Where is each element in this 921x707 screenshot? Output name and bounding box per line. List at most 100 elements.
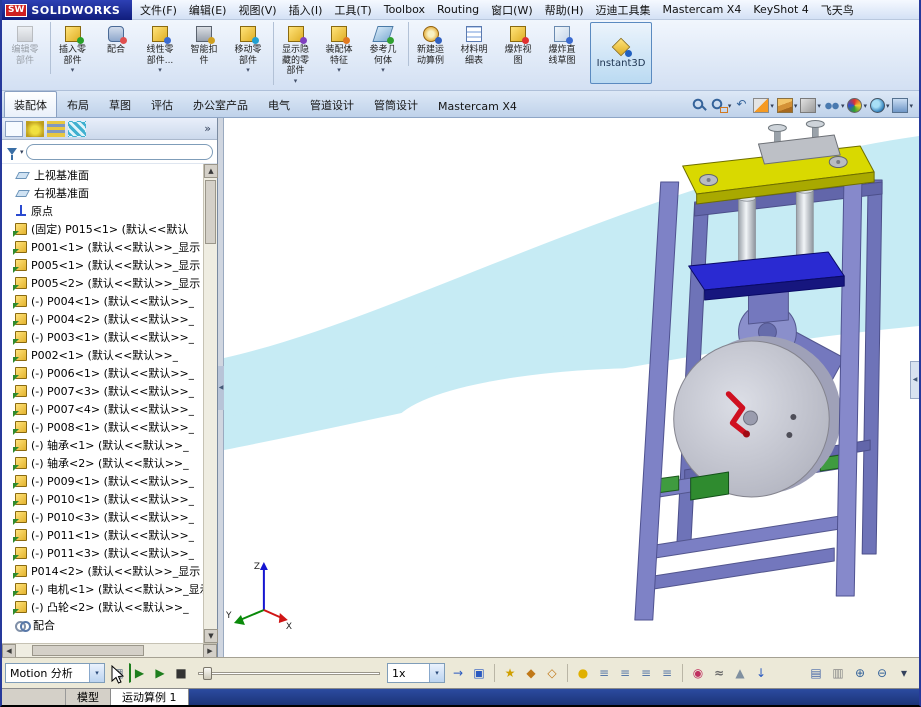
tree-item[interactable]: 上视基准面 [2,166,203,184]
filter-none-icon[interactable]: ● [573,663,593,683]
menu-item[interactable]: Routing [431,1,485,18]
calculate-icon[interactable]: ▦ [108,663,128,683]
command-tab[interactable]: 评估 [141,91,183,117]
tree-item[interactable]: (-) P011<1> (默认<<默认>>_ [2,526,203,544]
tree-item[interactable]: P005<1> (默认<<默认>>_显示 [2,256,203,274]
filter-driving-icon[interactable]: ≡ [615,663,635,683]
tree-item[interactable]: (-) P008<1> (默认<<默认>>_ [2,418,203,436]
animation-wizard-icon[interactable]: ★ [500,663,520,683]
command-tab[interactable]: 装配体 [4,91,57,117]
tree-scrollbar-horizontal[interactable]: ◀ ▶ [2,643,217,658]
zoom-out-timeline-icon[interactable]: ⊖ [872,663,892,683]
instant3d-button[interactable]: Instant3D [590,22,652,84]
gravity-icon[interactable]: ↓ [751,663,771,683]
dropdown-caret-icon[interactable]: ▾ [20,148,24,156]
tree-item[interactable]: (-) P010<1> (默认<<默认>>_ [2,490,203,508]
spring-icon[interactable]: ≈ [709,663,729,683]
motion-study-tab[interactable]: 运动算例 1 [111,689,189,705]
autokey-icon[interactable]: ◆ [521,663,541,683]
tree-item[interactable]: P002<1> (默认<<默认>>_ [2,346,203,364]
playback-mode-icon[interactable]: → [448,663,468,683]
collapse-manager-icon[interactable]: ▾ [894,663,914,683]
tree-item[interactable]: 配合 [2,616,203,634]
results-plots-icon[interactable]: ▤ [806,663,826,683]
tree-item[interactable]: (-) 轴承<2> (默认<<默认>>_ [2,454,203,472]
filter-selected-icon[interactable]: ≡ [636,663,656,683]
tree-item[interactable]: (-) P003<1> (默认<<默认>>_ [2,328,203,346]
menu-item[interactable]: KeyShot 4 [747,1,814,18]
bill-of-materials-button[interactable]: 材料明细表 [452,22,496,66]
menu-item[interactable]: 插入(I) [283,0,329,20]
model-tab[interactable]: 模型 [66,689,111,705]
scroll-down-button[interactable]: ▼ [204,629,218,643]
tree-item[interactable]: (-) P010<3> (默认<<默认>>_ [2,508,203,526]
zoom-fit-icon[interactable] [691,98,708,113]
motor-icon[interactable]: ◉ [688,663,708,683]
timeline-slider[interactable] [198,663,380,683]
tree-item[interactable]: (-) 电机<1> (默认<<默认>>_显示 [2,580,203,598]
tree-scrollbar-vertical[interactable]: ▲ ▼ [203,164,218,643]
apply-scene-icon[interactable]: ▾ [869,98,889,113]
section-view-icon[interactable]: ▾ [753,98,774,113]
tree-filter-input[interactable] [25,143,213,160]
reference-geometry-button[interactable]: 参考几何体 ▾ [361,22,405,74]
menu-item[interactable]: 飞天鸟 [815,0,860,20]
stop-icon[interactable]: ■ [171,663,191,683]
view-settings-icon[interactable]: ▾ [892,98,913,113]
tree-item[interactable]: (-) 凸轮<2> (默认<<默认>>_ [2,598,203,616]
menu-item[interactable]: Toolbox [378,1,431,18]
play-icon[interactable]: ▶ [150,663,170,683]
tree-item[interactable]: (-) 轴承<1> (默认<<默认>>_ [2,436,203,454]
view-orientation-icon[interactable]: ▾ [776,98,797,113]
command-tab[interactable]: 管筒设计 [364,91,428,117]
chevron-down-icon[interactable]: ▾ [429,664,444,682]
insert-component-button[interactable]: 插入零部件 ▾ [50,22,94,75]
assembly-features-button[interactable]: 装配体特征 ▾ [317,22,361,74]
command-tab[interactable]: 草图 [99,91,141,117]
menu-item[interactable]: 迈迪工具集 [589,0,656,20]
menu-item[interactable]: 帮助(H) [539,0,590,20]
edit-appearance-icon[interactable]: ▾ [847,98,867,113]
task-pane-collapse-handle[interactable]: ◀ [910,360,919,399]
zoom-in-timeline-icon[interactable]: ⊕ [850,663,870,683]
tree-item[interactable]: (-) P004<2> (默认<<默认>>_ [2,310,203,328]
previous-view-icon[interactable] [734,97,750,113]
study-properties-icon[interactable]: ▥ [828,663,848,683]
tree-item[interactable]: (固定) P015<1> (默认<<默认 [2,220,203,238]
featuremanager-tab-icon[interactable] [5,120,23,137]
tree-item[interactable]: P014<2> (默认<<默认>>_显示 [2,562,203,580]
tree-item[interactable]: 右视基准面 [2,184,203,202]
menu-item[interactable]: 文件(F) [134,0,183,20]
filter-results-icon[interactable]: ≡ [657,663,677,683]
command-tab[interactable]: 电气 [258,91,300,117]
filter-funnel-icon[interactable] [7,148,17,160]
play-from-start-icon[interactable]: ▶ [129,663,149,683]
command-tab[interactable]: 布局 [57,91,99,117]
menu-item[interactable]: Mastercam X4 [656,1,747,18]
configurationmanager-tab-icon[interactable] [47,120,65,137]
command-tab[interactable]: 办公室产品 [183,91,258,117]
tree-item[interactable]: (-) P007<4> (默认<<默认>>_ [2,400,203,418]
tree-item[interactable]: 原点 [2,202,203,220]
scroll-right-button[interactable]: ▶ [203,644,217,658]
menu-item[interactable]: 视图(V) [232,0,282,20]
chevron-down-icon[interactable]: ▾ [89,664,104,682]
scroll-thumb-horizontal[interactable] [32,645,144,656]
new-motion-study-button[interactable]: 新建运动算例 [408,22,452,67]
playback-speed-select[interactable]: 1x ▾ [387,663,445,683]
slider-track[interactable] [198,672,380,675]
tree-item[interactable]: P001<1> (默认<<默认>>_显示 [2,238,203,256]
exploded-view-button[interactable]: 爆炸视图 [496,22,540,66]
mate-button[interactable]: 配合 [94,22,138,56]
linear-pattern-button[interactable]: 线性零部件... ▾ [138,22,182,74]
tree-item[interactable]: (-) P004<1> (默认<<默认>>_ [2,292,203,310]
move-component-button[interactable]: 移动零部件 ▾ [226,22,270,74]
study-type-select[interactable]: Motion 分析 ▾ [5,663,105,683]
menu-item[interactable]: 工具(T) [328,0,377,20]
edit-component-button[interactable]: 编辑零部件 [3,22,47,66]
tree-item[interactable]: P005<2> (默认<<默认>>_显示 [2,274,203,292]
add-key-icon[interactable]: ◇ [542,663,562,683]
hide-show-items-icon[interactable]: ▾ [823,98,844,113]
graphics-viewport[interactable]: Z Y X ◀ [224,118,919,657]
filter-animated-icon[interactable]: ≡ [594,663,614,683]
